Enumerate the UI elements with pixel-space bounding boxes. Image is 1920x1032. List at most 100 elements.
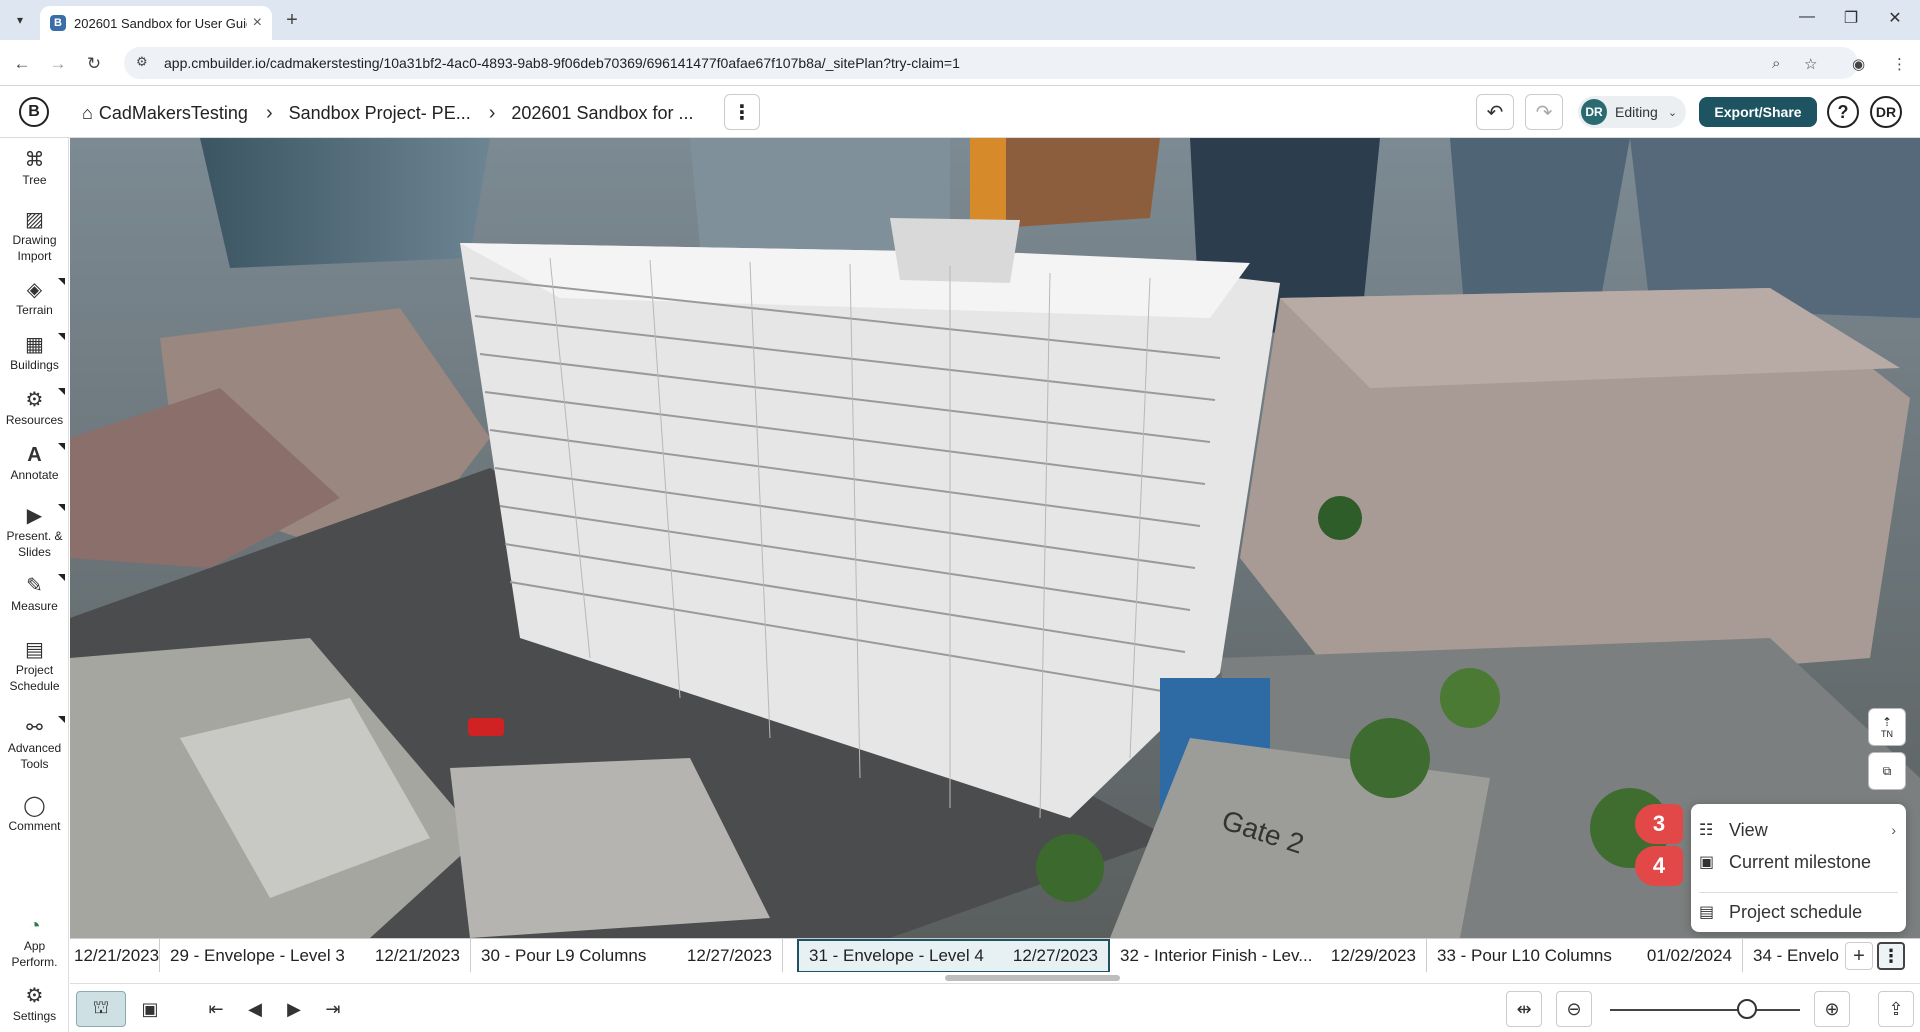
zoom-in-icon: ⊕: [1824, 998, 1840, 1019]
zoom-slider-handle[interactable]: [1736, 999, 1757, 1019]
close-window-icon[interactable]: ✕: [1880, 8, 1910, 28]
timeline-milestone-active[interactable]: 31 - Envelope - Level 4 12/27/2023: [797, 939, 1110, 972]
milestone-date: 12/27/2023: [686, 946, 772, 965]
skip-last-icon: ⇥: [325, 998, 341, 1019]
sidebar-item-comment[interactable]: ◯ Comment: [0, 794, 69, 834]
breadcrumb-item-org[interactable]: CadMakersTesting: [99, 103, 248, 124]
timeline-scrollbar[interactable]: [945, 975, 1120, 981]
timeline-milestone[interactable]: 32 - Interior Finish - Lev... 12/29/2023: [1110, 939, 1427, 972]
milestone-name: 32 - Interior Finish - Lev...: [1120, 946, 1313, 965]
image-icon: ▨: [25, 209, 44, 231]
menu-item-project-schedule[interactable]: ▤ Project schedule: [1691, 896, 1906, 928]
reload-icon[interactable]: ↻: [82, 52, 106, 76]
breadcrumb-item-project[interactable]: Sandbox Project- PE...: [289, 103, 471, 124]
sidebar-item-label: Settings: [12, 1009, 57, 1023]
undo-button[interactable]: ↶: [1476, 94, 1514, 130]
sidebar-item-measure[interactable]: ✎ Measure: [0, 574, 69, 614]
menu-item-label: Current milestone: [1729, 851, 1872, 872]
minimize-icon[interactable]: —: [1792, 8, 1822, 26]
model-options-button[interactable]: ⋮: [724, 94, 760, 130]
breadcrumb-item-model[interactable]: 202601 Sandbox for ...: [511, 103, 693, 124]
restore-icon[interactable]: ❐: [1836, 8, 1866, 28]
help-button[interactable]: ?: [1827, 96, 1859, 128]
gear-icon: ⚙: [25, 985, 44, 1007]
zoom-out-button[interactable]: ⊖: [1556, 991, 1592, 1027]
export-share-button[interactable]: Export/Share: [1699, 97, 1817, 127]
view-cube-button[interactable]: ⧉: [1868, 752, 1906, 790]
zoom-lens-icon[interactable]: ⌕: [1772, 55, 1780, 72]
profile-icon[interactable]: ◉: [1852, 55, 1865, 73]
zoom-in-button[interactable]: ⊕: [1814, 991, 1850, 1027]
milestone-name: 34 - Envelo: [1753, 946, 1839, 965]
zoom-slider-track[interactable]: [1610, 1009, 1800, 1011]
menu-item-current-milestone[interactable]: ▣ Current milestone: [1691, 846, 1906, 878]
chevron-down-icon: ⌄: [1667, 106, 1678, 119]
home-icon[interactable]: ⌂: [82, 103, 93, 124]
add-milestone-button[interactable]: +: [1845, 942, 1873, 970]
sidebar-item-terrain[interactable]: ◈ Terrain: [0, 278, 69, 318]
calendar-icon: ▤: [25, 639, 44, 661]
calendar-icon: ▣: [1699, 854, 1715, 871]
timeline-milestone[interactable]: 30 - Pour L9 Columns 12/27/2023: [471, 939, 783, 972]
timeline-milestone[interactable]: 34 - Envelo: [1743, 939, 1843, 972]
measure-icon: ✎: [26, 575, 43, 597]
user-avatar[interactable]: DR: [1870, 96, 1902, 128]
browser-tab[interactable]: B 202601 Sandbox for User Guide ×: [40, 6, 272, 40]
sidebar-item-buildings[interactable]: ▦ Buildings: [0, 333, 69, 373]
mode-label: Editing: [1615, 104, 1658, 120]
new-tab-button[interactable]: +: [280, 8, 304, 32]
true-north-compass-button[interactable]: ⇡ TN: [1868, 708, 1906, 746]
sidebar-item-project-schedule[interactable]: ▤ Project Schedule: [0, 638, 69, 694]
sidebar-item-resources[interactable]: ⚙ Resources: [0, 388, 69, 428]
tab-search-icon[interactable]: ▾: [8, 8, 32, 32]
sidebar-item-label: App Perform.: [11, 939, 58, 969]
previous-milestone-button[interactable]: ◀: [237, 991, 273, 1027]
fit-timeline-button[interactable]: ⇹: [1506, 991, 1542, 1027]
menu-item-label: View: [1729, 819, 1768, 840]
buildings-icon: ▦: [25, 334, 44, 356]
milestone-date: 12/21/2023: [374, 946, 460, 965]
tree: [1036, 834, 1104, 902]
sidebar-item-tree[interactable]: ⌘ Tree: [0, 148, 69, 188]
advanced-icon: ⚯: [26, 717, 43, 739]
tree: [1318, 496, 1362, 540]
compass-arrow-icon: ⇡: [1881, 715, 1893, 729]
left-sidebar: ⌘ Tree ▨ Drawing Import ◈ Terrain ▦ Buil…: [0, 138, 69, 1032]
editing-mode-dropdown[interactable]: DR Editing ⌄: [1578, 96, 1686, 128]
timeline-options-button[interactable]: ⋮: [1877, 942, 1905, 970]
sidebar-item-annotate[interactable]: A Annotate: [0, 443, 69, 483]
sidebar-item-advanced-tools[interactable]: ⚯ Advanced Tools: [0, 716, 69, 772]
milestone-date: 12/21/2023: [74, 946, 160, 965]
forward-icon[interactable]: →: [46, 52, 70, 76]
site-info-icon[interactable]: ⚙: [136, 54, 154, 72]
step-badge-3: 3: [1635, 804, 1683, 844]
browser-menu-icon[interactable]: ⋮: [1892, 55, 1907, 73]
site-view-button[interactable]: ⛫: [76, 991, 126, 1027]
compass-label: TN: [1881, 729, 1893, 739]
sidebar-item-settings[interactable]: ⚙ Settings: [0, 984, 69, 1024]
bookmark-star-icon[interactable]: ☆: [1804, 55, 1817, 73]
first-milestone-button[interactable]: ⇤: [198, 991, 234, 1027]
timeline-milestone[interactable]: 33 - Pour L10 Columns 01/02/2024: [1427, 939, 1743, 972]
timeline-milestone[interactable]: 12/21/2023: [70, 939, 160, 972]
url-input[interactable]: ⚙ app.cmbuilder.io/cadmakerstesting/10a3…: [124, 47, 1858, 79]
redo-button[interactable]: ↷: [1525, 94, 1563, 130]
last-milestone-button[interactable]: ⇥: [315, 991, 351, 1027]
timeline-milestone[interactable]: 29 - Envelope - Level 3 12/21/2023: [160, 939, 471, 972]
app-logo[interactable]: B: [19, 97, 49, 127]
sidebar-item-app-performance[interactable]: ◔ App Perform.: [0, 914, 69, 970]
sidebar-item-label: Terrain: [16, 303, 53, 317]
presentation-view-button[interactable]: ▣: [132, 991, 168, 1027]
back-icon[interactable]: ←: [10, 52, 34, 76]
fit-width-icon: ⇹: [1516, 998, 1532, 1019]
sidebar-item-present-slides[interactable]: ▶ Present. & Slides: [0, 504, 69, 560]
background-building: [990, 138, 1160, 228]
menu-item-view[interactable]: ☷ View ›: [1691, 814, 1906, 846]
sidebar-item-drawing-import[interactable]: ▨ Drawing Import: [0, 208, 69, 264]
expand-panel-button[interactable]: ⇪: [1878, 991, 1914, 1027]
next-milestone-button[interactable]: ▶: [276, 991, 312, 1027]
sidebar-item-label: Annotate: [10, 468, 59, 482]
sidebar-item-label: Comment: [8, 819, 61, 833]
annotate-icon: A: [27, 444, 42, 466]
tab-close-icon[interactable]: ×: [253, 14, 262, 32]
